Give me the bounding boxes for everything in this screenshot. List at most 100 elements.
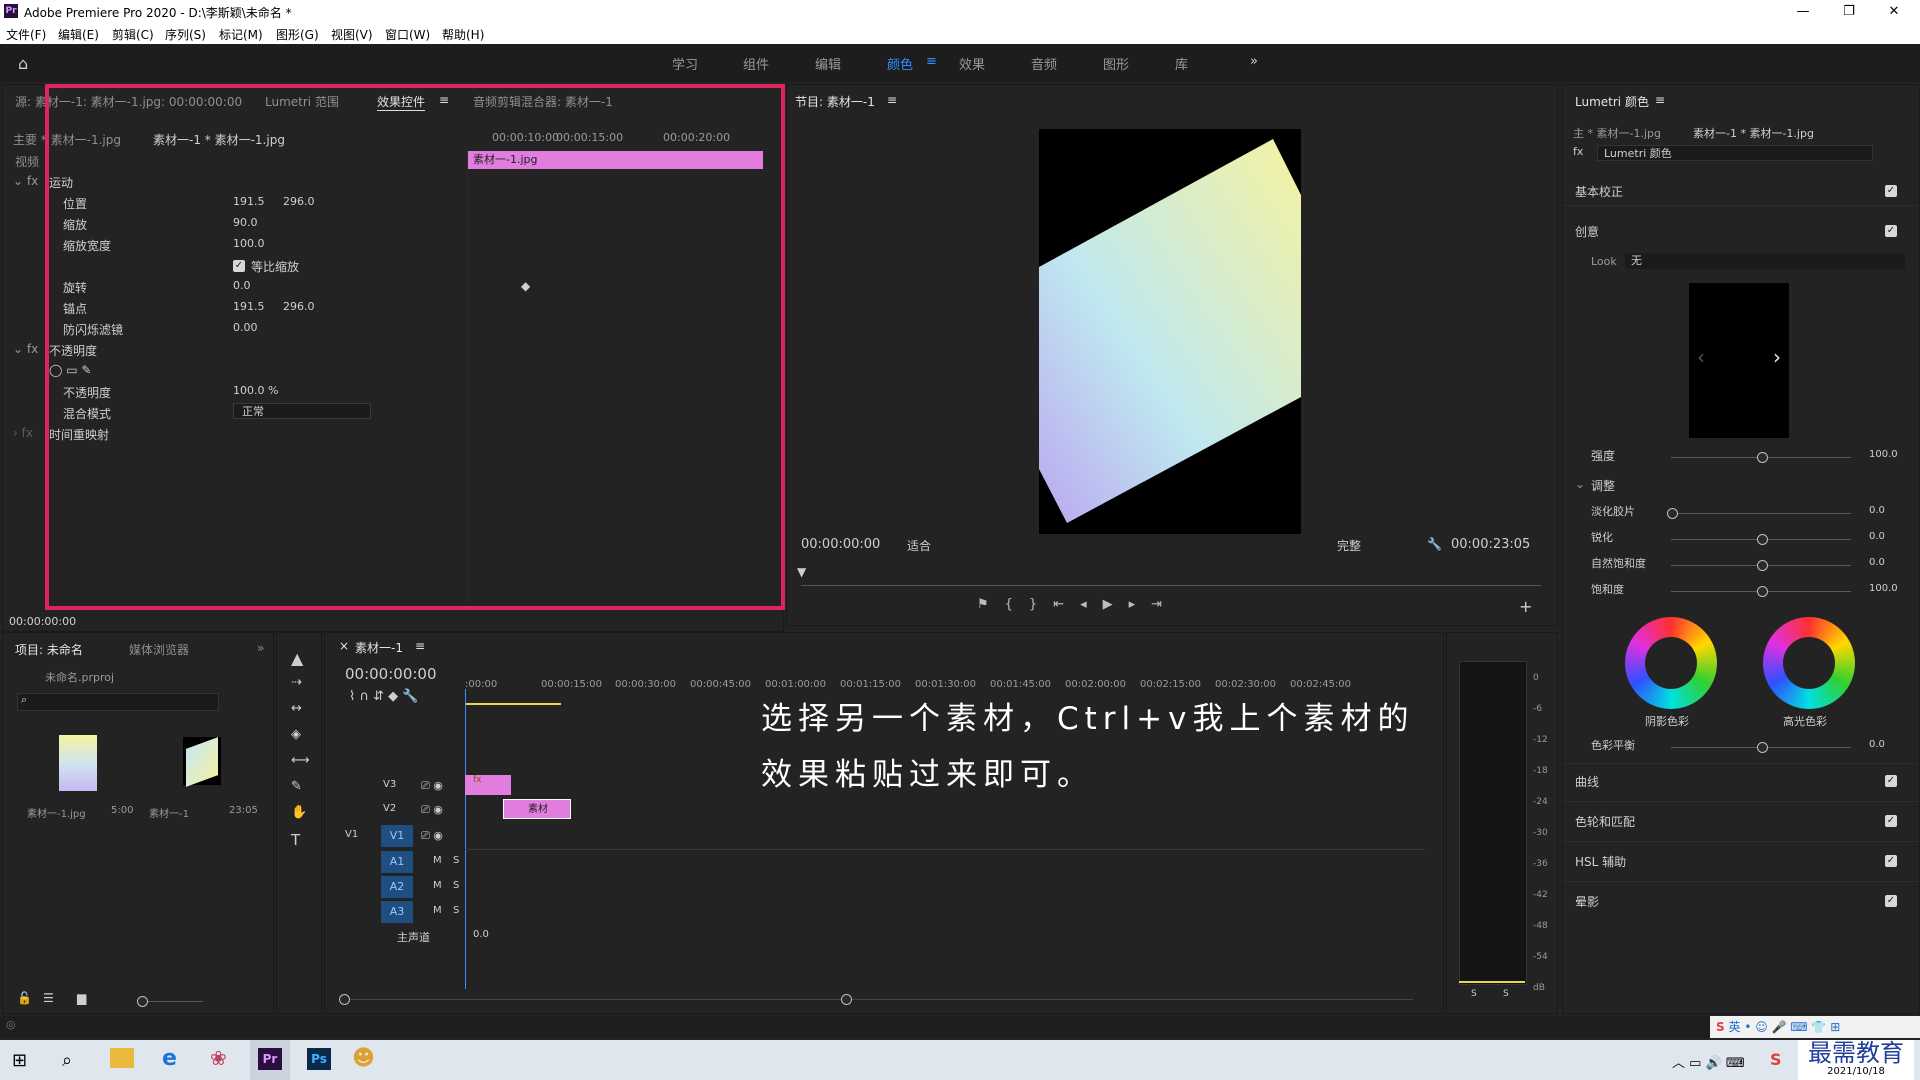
track-select-tool-icon[interactable]: ⇢ (291, 675, 302, 695)
project-thumb-jpg[interactable] (59, 735, 97, 791)
close-button[interactable]: ✕ (1874, 2, 1914, 22)
menu-sequence[interactable]: 序列(S) (165, 26, 206, 43)
look-select[interactable]: 无 (1625, 253, 1905, 269)
playhead-icon[interactable]: ▼ (797, 565, 806, 585)
hand-tool-icon[interactable]: ✋ (291, 805, 307, 825)
menu-file[interactable]: 文件(F) (6, 26, 46, 43)
lumetri-menu-icon[interactable]: ≡ (1655, 93, 1665, 107)
project-search-input[interactable] (17, 693, 219, 711)
workspace-audio[interactable]: 音频 (1031, 54, 1057, 73)
transport-controls[interactable]: ⚑{}⇤◂▶▸⇥ (977, 597, 1357, 617)
time-remap-fx-icon[interactable]: › fx (13, 426, 33, 446)
menu-help[interactable]: 帮助(H) (442, 26, 484, 43)
clip-v3[interactable]: fx (465, 775, 511, 795)
workspace-editing[interactable]: 编辑 (815, 54, 841, 73)
faded-film-slider[interactable] (1667, 508, 1678, 519)
track-target-a1[interactable]: A1 (381, 851, 413, 873)
workspace-color[interactable]: 颜色 (887, 54, 913, 73)
adjust-chevron-icon[interactable]: ⌄ (1575, 477, 1585, 497)
sharpen-value[interactable]: 0.0 (1869, 531, 1885, 551)
meter-solo-left[interactable]: S (1471, 989, 1477, 1009)
edge-icon[interactable]: e (162, 1046, 177, 1071)
workspace-effects[interactable]: 效果 (959, 54, 985, 73)
lumetri-effect-select[interactable]: Lumetri 颜色 (1597, 145, 1873, 161)
motion-fx-icon[interactable]: ⌄ fx (13, 174, 38, 194)
track-target-a3[interactable]: A3 (381, 901, 413, 923)
lumetri-master-clip[interactable]: 主 * 素材一-1.jpg (1573, 125, 1661, 145)
track-controls-icon[interactable]: ⎚ ◉ (421, 779, 443, 799)
icon-view-icon[interactable]: ▆ (77, 991, 86, 1011)
timeline-close-icon[interactable]: × (339, 639, 349, 653)
menu-edit[interactable]: 编辑(E) (58, 26, 99, 43)
windows-start-icon[interactable]: ⊞ (12, 1050, 27, 1071)
look-next-icon[interactable]: › (1773, 345, 1781, 369)
premiere-taskbar-button[interactable]: Pr (250, 1040, 290, 1080)
pen-tool-icon[interactable]: ✎ (291, 779, 302, 799)
opacity-fx-icon[interactable]: ⌄ fx (13, 342, 38, 362)
app-icon[interactable]: ❀ (210, 1046, 227, 1070)
file-explorer-icon[interactable] (110, 1048, 134, 1068)
track-controls-icon[interactable]: ⎚ ◉ (421, 829, 443, 849)
playhead-line[interactable] (465, 689, 466, 989)
zoom-slider-knob[interactable] (137, 996, 148, 1007)
lumetri-title[interactable]: Lumetri 颜色 (1575, 93, 1649, 110)
type-tool-icon[interactable]: T (291, 831, 300, 851)
menu-graphics[interactable]: 图形(G) (276, 26, 319, 43)
tint-balance-value[interactable]: 0.0 (1869, 739, 1885, 759)
saturation-value[interactable]: 100.0 (1869, 583, 1898, 603)
workspace-libraries[interactable]: 库 (1175, 54, 1188, 73)
section-curves[interactable]: 曲线 (1575, 773, 1599, 793)
photoshop-icon[interactable]: Ps (307, 1048, 331, 1070)
ime-toolbar[interactable]: S 英 • ☺ 🎤 ⌨ 👕 ⊞ (1710, 1016, 1920, 1038)
section-hsl-secondary[interactable]: HSL 辅助 (1575, 853, 1626, 873)
program-timecode[interactable]: 00:00:00:00 (801, 537, 880, 557)
tint-balance-slider[interactable] (1757, 742, 1768, 753)
vignette-checkbox[interactable]: ✓ (1885, 895, 1897, 907)
timeline-scroll-left-knob[interactable] (339, 994, 350, 1005)
ime-tools-icon[interactable]: • ☺ 🎤 ⌨ 👕 ⊞ (1744, 1020, 1840, 1034)
more-tabs-icon[interactable]: » (257, 641, 264, 655)
clip-v2[interactable]: 素材 (503, 799, 571, 819)
list-view-icon[interactable]: ☰ (43, 991, 54, 1011)
workspace-graphics[interactable]: 图形 (1103, 54, 1129, 73)
basic-correction-checkbox[interactable]: ✓ (1885, 185, 1897, 197)
saturation-slider[interactable] (1757, 586, 1768, 597)
ime-language[interactable]: 英 (1728, 1020, 1740, 1034)
section-wheels-match[interactable]: 色轮和匹配 (1575, 813, 1635, 833)
workspace-more-icon[interactable]: » (1250, 54, 1258, 69)
menu-view[interactable]: 视图(V) (331, 26, 373, 43)
selection-tool-icon[interactable]: ▲ (291, 649, 303, 669)
razor-tool-icon[interactable]: ◈ (291, 727, 301, 747)
section-vignette[interactable]: 晕影 (1575, 893, 1599, 913)
hsl-secondary-checkbox[interactable]: ✓ (1885, 855, 1897, 867)
timeline-scroll-right-knob[interactable] (841, 994, 852, 1005)
solo-button[interactable]: S (453, 880, 459, 900)
timeline-timecode[interactable]: 00:00:00:00 (345, 665, 437, 685)
program-monitor-title[interactable]: 节目: 素材一-1 (795, 93, 875, 110)
source-patch-v1[interactable]: V1 (345, 829, 358, 849)
menu-window[interactable]: 窗口(W) (385, 26, 430, 43)
solo-button[interactable]: S (453, 905, 459, 925)
timeline-menu-icon[interactable]: ≡ (415, 639, 425, 653)
sogou-tray-icon[interactable]: S (1770, 1050, 1782, 1070)
mute-button[interactable]: M (433, 905, 442, 925)
slip-tool-icon[interactable]: ⟷ (291, 753, 310, 773)
work-area-bar[interactable] (465, 703, 561, 705)
meter-solo-right[interactable]: S (1503, 989, 1509, 1009)
tab-media-browser[interactable]: 媒体浏览器 (129, 641, 189, 658)
fit-select[interactable]: 适合 (907, 537, 987, 553)
program-menu-icon[interactable]: ≡ (887, 93, 897, 107)
ripple-tool-icon[interactable]: ↔ (291, 701, 302, 721)
workspace-menu-icon[interactable]: ≡ (926, 54, 937, 69)
timeline-tab[interactable]: 素材一-1 (355, 639, 403, 656)
home-icon[interactable]: ⌂ (18, 54, 38, 73)
track-controls-icon[interactable]: ⎚ ◉ (421, 803, 443, 823)
look-prev-icon[interactable]: ‹ (1697, 345, 1705, 369)
vibrance-value[interactable]: 0.0 (1869, 557, 1885, 577)
vibrance-slider[interactable] (1757, 560, 1768, 571)
mute-button[interactable]: M (433, 880, 442, 900)
lumetri-seq-clip[interactable]: 素材一-1 * 素材一-1.jpg (1693, 125, 1814, 145)
snap-icon[interactable]: ⌇ ∩ ⇵ ◆ 🔧 (349, 689, 418, 709)
project-thumb-sequence[interactable] (183, 737, 221, 787)
workspace-learn[interactable]: 学习 (672, 54, 698, 73)
